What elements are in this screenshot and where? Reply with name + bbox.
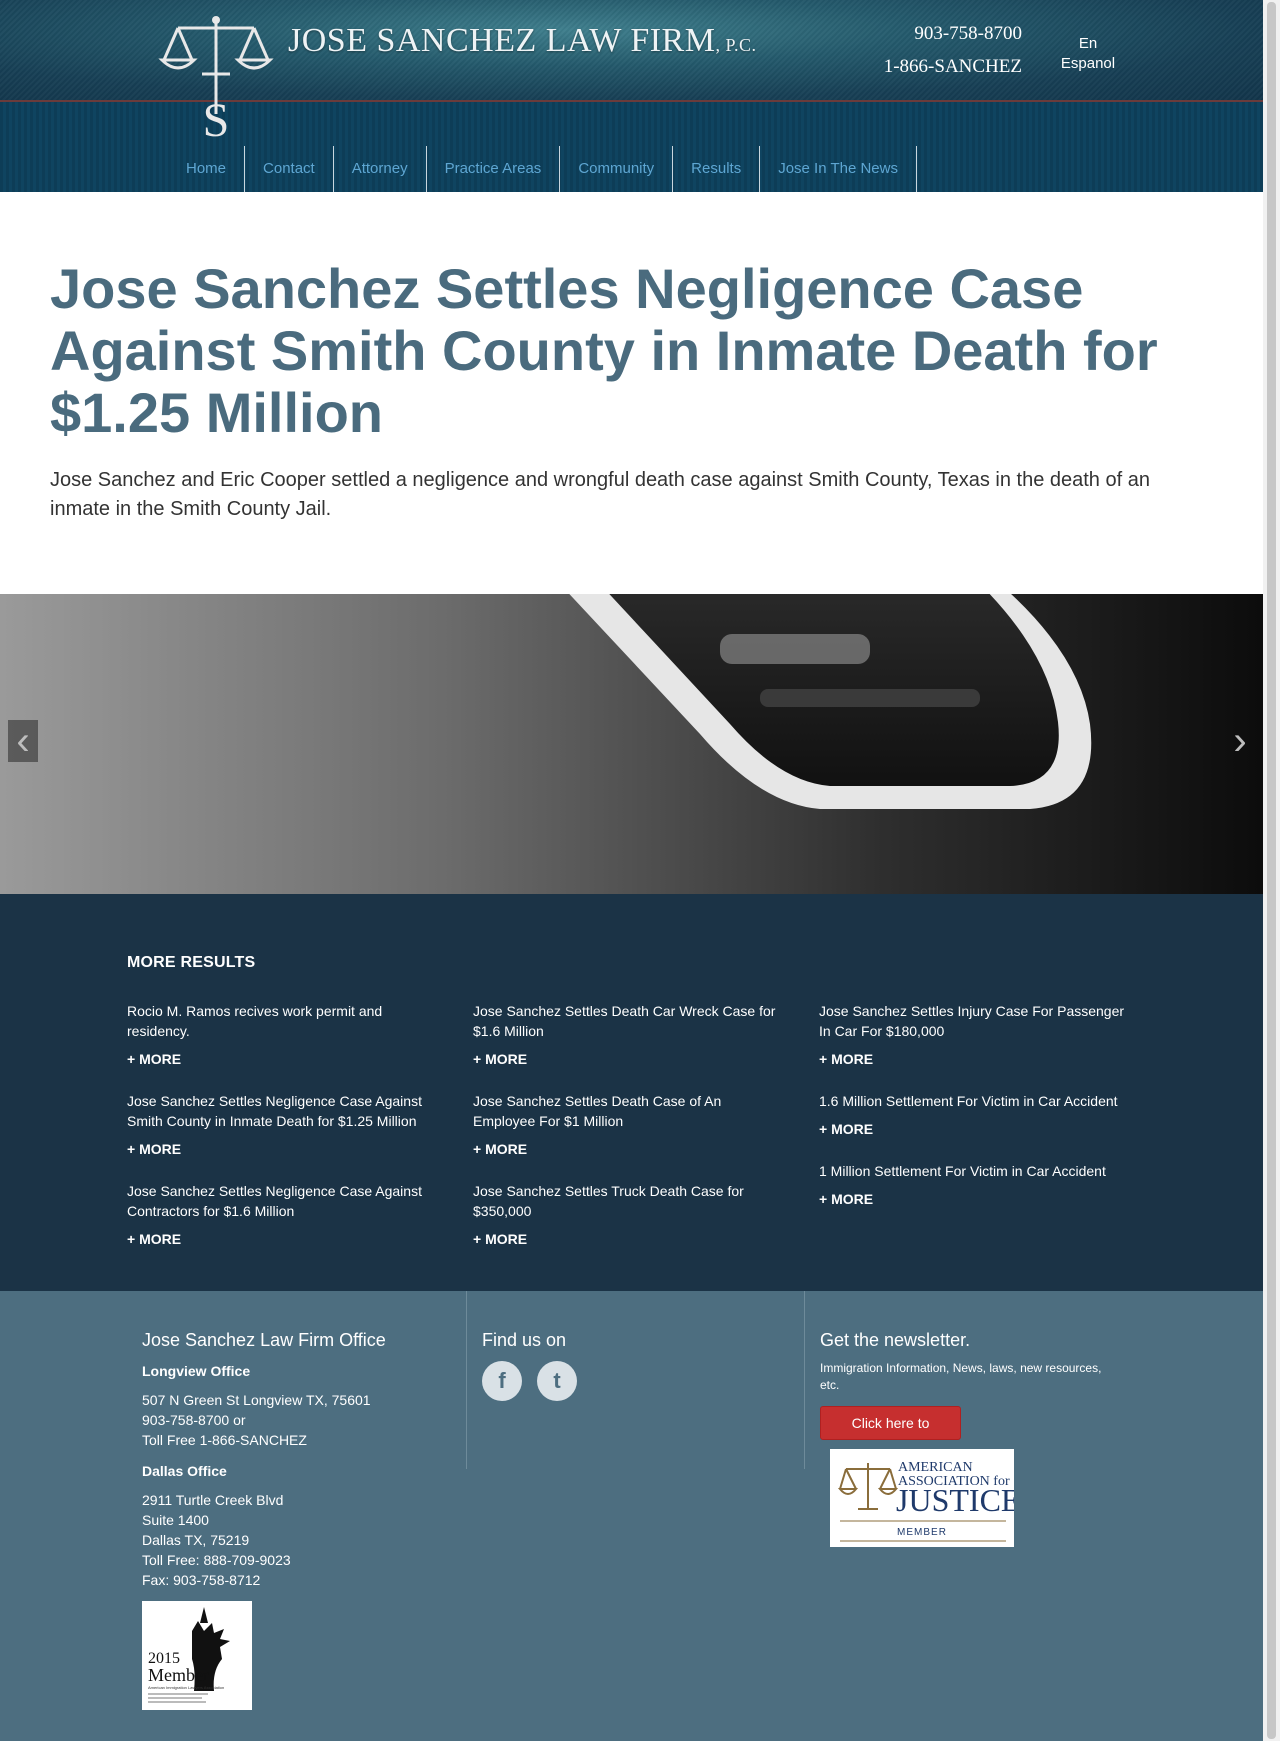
longview-toll-free[interactable]: Toll Free 1-866-SANCHEZ: [142, 1430, 307, 1450]
newsletter-heading: Get the newsletter.: [820, 1330, 971, 1350]
car-dashboard-image: [0, 594, 1263, 894]
result-item: Jose Sanchez Settles Negligence Case Aga…: [127, 1091, 437, 1157]
newsletter-description: Immigration Information, News, laws, new…: [820, 1361, 1102, 1392]
nav-practice-areas[interactable]: Practice Areas: [427, 146, 561, 192]
nav-results[interactable]: Results: [673, 146, 761, 192]
result-title[interactable]: 1.6 Million Settlement For Victim in Car…: [819, 1091, 1129, 1111]
result-more-link[interactable]: + MORE: [819, 1191, 1129, 1207]
result-more-link[interactable]: + MORE: [473, 1051, 783, 1067]
result-more-link[interactable]: + MORE: [819, 1051, 1129, 1067]
result-item: 1.6 Million Settlement For Victim in Car…: [819, 1091, 1129, 1137]
result-item: Jose Sanchez Settles Truck Death Case fo…: [473, 1181, 783, 1247]
result-item: Jose Sanchez Settles Injury Case For Pas…: [819, 1001, 1129, 1067]
result-item: Jose Sanchez Settles Death Car Wreck Cas…: [473, 1001, 783, 1067]
page: S JOSE SANCHEZ LAW FIRM, P.C. 903-758-87…: [0, 0, 1263, 1741]
result-more-link[interactable]: + MORE: [127, 1051, 437, 1067]
result-more-link[interactable]: + MORE: [127, 1231, 437, 1247]
brand-name[interactable]: JOSE SANCHEZ LAW FIRM, P.C.: [288, 22, 757, 60]
dallas-suite: Suite 1400: [142, 1512, 209, 1528]
facebook-icon[interactable]: f: [482, 1361, 522, 1401]
result-item: Jose Sanchez Settles Death Case of An Em…: [473, 1091, 783, 1157]
image-slider: [0, 594, 1263, 894]
article-title: Jose Sanchez Settles Negligence Case Aga…: [50, 257, 1158, 444]
main-nav: Home Contact Attorney Practice Areas Com…: [168, 146, 917, 192]
longview-office-heading: Longview Office: [142, 1363, 251, 1379]
scales-logo-icon[interactable]: S: [158, 14, 274, 144]
aila-member-badge: 2015 Member American Immigration Lawyers…: [142, 1601, 252, 1710]
page-scrollbar[interactable]: [1263, 0, 1280, 1741]
result-more-link[interactable]: + MORE: [473, 1141, 783, 1157]
result-title[interactable]: Jose Sanchez Settles Death Car Wreck Cas…: [473, 1001, 783, 1041]
result-title[interactable]: Jose Sanchez Settles Truck Death Case fo…: [473, 1181, 783, 1221]
aaj-line-1: AMERICAN: [898, 1460, 973, 1475]
aaj-scales-icon: AMERICAN ASSOCIATION for JUSTICE MEMBER: [837, 1460, 1020, 1542]
result-more-link[interactable]: + MORE: [127, 1141, 437, 1157]
nav-jose-in-the-news[interactable]: Jose In The News: [760, 146, 917, 192]
subscribe-button[interactable]: Click here to subscribe: [820, 1406, 961, 1463]
find-us-heading: Find us on: [482, 1330, 567, 1350]
result-title[interactable]: Jose Sanchez Settles Death Case of An Em…: [473, 1091, 783, 1131]
nav-contact[interactable]: Contact: [245, 146, 334, 192]
svg-text:S: S: [203, 94, 230, 144]
aaj-member-badge[interactable]: AMERICAN ASSOCIATION for JUSTICE MEMBER: [830, 1449, 1020, 1547]
longview-phone[interactable]: 903-758-8700 or: [142, 1410, 246, 1430]
scrollbar-thumb[interactable]: [1267, 2, 1276, 1739]
slider-prev-icon[interactable]: ‹: [8, 720, 38, 762]
dallas-address-line: 2911 Turtle Creek Blvd: [142, 1492, 284, 1508]
result-more-link[interactable]: + MORE: [819, 1121, 1129, 1137]
dallas-office-heading: Dallas Office: [142, 1463, 227, 1479]
twitter-icon[interactable]: t: [537, 1361, 577, 1401]
lang-spanish-link[interactable]: Espanol: [1043, 55, 1133, 72]
statue-of-liberty-icon: 2015 Member American Immigration Lawyers…: [148, 1607, 230, 1703]
result-title[interactable]: Jose Sanchez Settles Negligence Case Aga…: [127, 1091, 437, 1131]
dallas-toll-free[interactable]: Toll Free: 888-709-9023: [142, 1550, 291, 1570]
result-item: 1 Million Settlement For Victim in Car A…: [819, 1161, 1129, 1207]
result-title[interactable]: Rocio M. Ramos recives work permit and r…: [127, 1001, 437, 1041]
more-results-heading: MORE RESULTS: [127, 954, 256, 971]
dallas-fax: Fax: 903-758-8712: [142, 1572, 261, 1588]
longview-address: 507 N Green St Longview TX, 75601: [142, 1392, 371, 1408]
nav-attorney[interactable]: Attorney: [334, 146, 427, 192]
phone-local[interactable]: 903-758-8700: [914, 23, 1022, 45]
footer-divider: [466, 1291, 467, 1469]
nav-home[interactable]: Home: [168, 146, 246, 192]
result-title[interactable]: 1 Million Settlement For Victim in Car A…: [819, 1161, 1129, 1181]
aaj-line-3: JUSTICE: [896, 1482, 1014, 1518]
result-title[interactable]: Jose Sanchez Settles Negligence Case Aga…: [127, 1181, 437, 1221]
aaj-line-4: MEMBER: [897, 1527, 947, 1538]
result-more-link[interactable]: + MORE: [473, 1231, 783, 1247]
result-item: Jose Sanchez Settles Negligence Case Aga…: [127, 1181, 437, 1247]
nav-community[interactable]: Community: [560, 146, 674, 192]
aila-org: American Immigration Lawyers Association: [148, 1685, 224, 1690]
footer-divider: [804, 1291, 805, 1469]
slider-next-icon[interactable]: ›: [1225, 720, 1255, 762]
dallas-city: Dallas TX, 75219: [142, 1532, 250, 1548]
office-heading: Jose Sanchez Law Firm Office: [142, 1330, 386, 1350]
result-title[interactable]: Jose Sanchez Settles Injury Case For Pas…: [819, 1001, 1129, 1041]
lang-english-link[interactable]: En: [1043, 35, 1133, 52]
phone-toll-free[interactable]: 1-866-SANCHEZ: [884, 56, 1022, 78]
article-lede: Jose Sanchez and Eric Cooper settled a n…: [50, 469, 1150, 520]
aila-member-label: Member: [148, 1665, 209, 1685]
result-item: Rocio M. Ramos recives work permit and r…: [127, 1001, 437, 1067]
